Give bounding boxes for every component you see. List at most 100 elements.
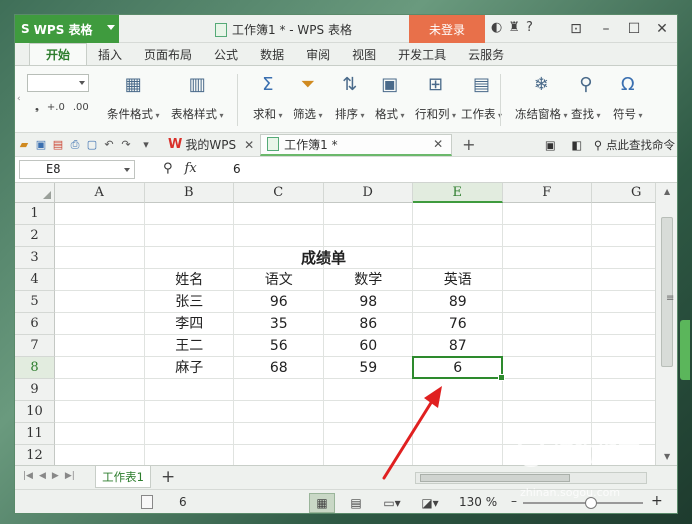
column-header[interactable]: B	[144, 183, 234, 203]
undo-icon[interactable]: ↶	[101, 138, 117, 151]
column-header[interactable]: F	[502, 183, 592, 203]
table-cell[interactable]: 56	[234, 335, 324, 357]
worksheet-button[interactable]: ▤ 工作表	[461, 72, 502, 122]
maximize-button[interactable]: ☐	[621, 17, 647, 41]
login-button[interactable]: 未登录	[409, 15, 485, 43]
scroll-thumb[interactable]	[661, 217, 673, 367]
tab-workbook[interactable]: 工作簿1 * ✕	[260, 133, 453, 156]
table-cell[interactable]: 89	[413, 291, 503, 313]
table-cell[interactable]: 87	[413, 335, 503, 357]
doc-list-icon[interactable]: ▣	[545, 138, 556, 152]
next-sheet-icon[interactable]: ▶	[52, 471, 59, 481]
filter-button[interactable]: ⏷ 筛选	[293, 72, 323, 122]
row-header[interactable]: 9	[15, 379, 55, 401]
zoom-out-button[interactable]: –	[511, 494, 517, 508]
ribbon-tab[interactable]: 公式	[203, 43, 249, 65]
zoom-in-button[interactable]: +	[651, 493, 663, 509]
column-header[interactable]: C	[234, 183, 324, 203]
table-cell[interactable]: 麻子	[145, 357, 235, 379]
ribbon-tab[interactable]: 数据	[249, 43, 295, 65]
table-cell[interactable]: 98	[324, 291, 414, 313]
zoom-slider[interactable]	[523, 502, 643, 504]
menu-toggle-icon[interactable]: ◧	[571, 138, 582, 152]
table-cell[interactable]: 姓名	[145, 269, 235, 291]
column-header[interactable]: D	[323, 183, 413, 203]
new-tab-icon[interactable]: +	[462, 135, 475, 154]
freeze-panes-button[interactable]: ❄ 冻结窗格	[515, 72, 568, 122]
skin-icon[interactable]: ◐	[491, 20, 502, 35]
row-header[interactable]: 4	[15, 269, 55, 291]
zoom-level[interactable]: 130 %	[459, 495, 497, 509]
table-cell[interactable]: 王二	[145, 335, 235, 357]
page-layout-button[interactable]: ▭▾	[379, 493, 405, 513]
close-button[interactable]: ✕	[649, 17, 675, 41]
spreadsheet-grid[interactable]: A B C D E F G 1 2 3 4 5 6 7 8 9 10 11 12 成绩单 姓名 语文 数学 英语 张三 96 98 8…	[15, 183, 677, 467]
add-sheet-icon[interactable]: +	[161, 467, 175, 487]
table-cell[interactable]: 60	[324, 335, 414, 357]
sum-button[interactable]: Σ 求和	[253, 72, 283, 122]
comma-style-icon[interactable]: ❟	[35, 102, 39, 113]
zoom-search-icon[interactable]: ⚲	[163, 161, 173, 176]
last-sheet-icon[interactable]: ▶|	[65, 471, 75, 481]
ribbon-tab[interactable]: 开发工具	[387, 43, 457, 65]
ribbon-tab[interactable]: 审阅	[295, 43, 341, 65]
scroll-down-icon[interactable]: ▼	[664, 452, 670, 461]
selected-cell[interactable]	[412, 356, 504, 381]
ribbon-tab[interactable]: 视图	[341, 43, 387, 65]
table-cell[interactable]: 68	[234, 357, 324, 379]
increase-decimal-icon[interactable]: +.0	[47, 102, 65, 113]
table-style-button[interactable]: ▥ 表格样式	[171, 72, 224, 122]
symbol-button[interactable]: Ω 符号	[613, 72, 643, 122]
ribbon-tab[interactable]: 插入	[87, 43, 133, 65]
vertical-scrollbar[interactable]: ▲ ≡ ▼	[655, 183, 677, 465]
redo-icon[interactable]: ↷	[118, 138, 134, 151]
find-button[interactable]: ⚲ 查找	[571, 72, 601, 122]
sheet-title[interactable]: 成绩单	[234, 247, 413, 269]
row-header[interactable]: 1	[15, 203, 55, 225]
restore-window-icon[interactable]: ⊡	[563, 17, 589, 41]
select-all-corner[interactable]	[15, 183, 55, 203]
decrease-decimal-icon[interactable]: .00	[73, 102, 89, 113]
table-cell[interactable]: 76	[413, 313, 503, 335]
horizontal-scrollbar[interactable]	[415, 472, 647, 484]
scroll-thumb[interactable]	[420, 474, 570, 482]
table-cell[interactable]: 数学	[324, 269, 414, 291]
shirt-icon[interactable]: ♜	[508, 20, 520, 35]
customize-toolbar-icon[interactable]: ▾	[138, 138, 154, 151]
reading-mode-button[interactable]: ◪▾	[417, 493, 443, 513]
open-folder-icon[interactable]: ▰	[16, 138, 32, 151]
table-cell[interactable]: 59	[324, 357, 414, 379]
insert-function-button[interactable]: fx	[185, 161, 197, 176]
row-header[interactable]: 7	[15, 335, 55, 357]
command-search[interactable]: ▣ ◧ ⚲ 点此查找命令	[545, 137, 675, 153]
sort-button[interactable]: ⇅ 排序	[335, 72, 365, 122]
conditional-format-button[interactable]: ▦ 条件格式	[107, 72, 160, 122]
page-break-view-button[interactable]: ▤	[343, 493, 369, 513]
row-header[interactable]: 3	[15, 247, 55, 269]
table-cell[interactable]: 张三	[145, 291, 235, 313]
minimize-button[interactable]: –	[593, 17, 619, 41]
rows-cols-button[interactable]: ⊞ 行和列	[415, 72, 456, 122]
ribbon-tab[interactable]: 页面布局	[133, 43, 203, 65]
row-header[interactable]: 5	[15, 291, 55, 313]
ribbon-tab[interactable]: 云服务	[457, 43, 515, 65]
first-sheet-icon[interactable]: |◀	[23, 471, 33, 481]
ribbon-scroll-left-icon[interactable]: ‹	[17, 94, 21, 104]
ribbon-tab[interactable]: 开始	[29, 43, 88, 65]
column-header[interactable]: A	[55, 183, 145, 203]
name-box[interactable]: E8	[19, 160, 135, 179]
font-size-dropdown[interactable]	[27, 74, 89, 92]
print-icon[interactable]: ⎙	[67, 138, 83, 152]
close-tab-icon[interactable]: ✕	[244, 138, 254, 152]
row-header[interactable]: 12	[15, 445, 55, 467]
row-header[interactable]: 8	[15, 357, 55, 379]
row-header[interactable]: 11	[15, 423, 55, 445]
help-button[interactable]: ?	[526, 20, 533, 35]
row-header[interactable]: 2	[15, 225, 55, 247]
column-header[interactable]: E	[413, 183, 503, 203]
prev-sheet-icon[interactable]: ◀	[39, 471, 46, 481]
formula-input[interactable]: 6	[233, 162, 241, 176]
table-cell[interactable]: 86	[324, 313, 414, 335]
close-tab-icon[interactable]: ✕	[433, 137, 443, 151]
scroll-up-icon[interactable]: ▲	[664, 187, 670, 196]
